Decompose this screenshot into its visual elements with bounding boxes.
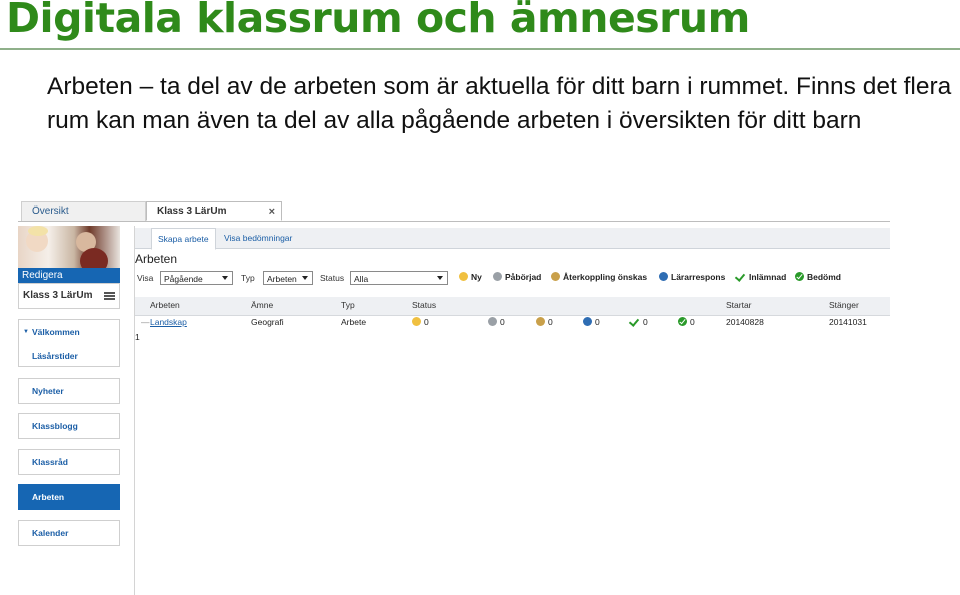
legend-label: Inlämnad xyxy=(749,272,787,282)
legend-item: Påbörjad xyxy=(493,272,541,282)
tab-oversikt[interactable]: Översikt xyxy=(21,201,146,221)
row-collapse-icon[interactable]: — xyxy=(141,317,150,327)
sidebar-item-valkommen[interactable]: Välkommen xyxy=(32,327,80,337)
check-circle-icon xyxy=(678,317,687,326)
in-progress-icon xyxy=(488,317,497,326)
filter-label-typ: Typ xyxy=(241,273,255,283)
filter-label-status: Status xyxy=(320,273,345,283)
typ-select-value: Arbeten xyxy=(267,274,297,284)
close-icon[interactable]: × xyxy=(269,202,275,222)
filter-label-visa: Visa xyxy=(137,273,154,283)
legend-item: Lärarrespons xyxy=(659,272,725,282)
table-row: — Landskap Geografi Arbete 0 0 0 0 0 0 2… xyxy=(135,317,890,331)
type-cell: Arbete xyxy=(341,317,367,327)
tab-bar: Översikt Klass 3 LärUm × xyxy=(18,199,890,222)
star-icon xyxy=(412,317,421,326)
feedback-icon xyxy=(536,317,545,326)
room-selector[interactable]: Klass 3 LärUm xyxy=(18,283,120,309)
status-select[interactable]: Alla xyxy=(350,271,448,285)
in-progress-icon xyxy=(493,272,502,281)
teacher-response-icon xyxy=(659,272,668,281)
tab-skapa-arbete[interactable]: Skapa arbete xyxy=(151,228,216,250)
tab-klass-3-larum[interactable]: Klass 3 LärUm × xyxy=(146,201,282,221)
column-header[interactable]: Startar xyxy=(726,300,752,310)
sidebar-item-klassrad[interactable]: Klassråd xyxy=(18,449,120,475)
count-new: 0 xyxy=(412,317,429,327)
caret-down-icon: ▼ xyxy=(23,329,29,335)
nav-group: ▼ Välkommen Läsårstider xyxy=(18,319,120,367)
tab-label: Översikt xyxy=(32,206,69,217)
legend-label: Ny xyxy=(471,272,482,282)
legend-item: Ny xyxy=(459,272,482,282)
count-feedback: 0 xyxy=(536,317,553,327)
visa-select-value: Pågående xyxy=(164,274,203,284)
count-submitted: 0 xyxy=(630,317,648,327)
child-hair xyxy=(28,226,48,236)
assignment-link[interactable]: Landskap xyxy=(150,317,187,327)
legend-label: Återkoppling önskas xyxy=(563,272,648,282)
count-teacher-response: 0 xyxy=(583,317,600,327)
sub-tab-bar: Skapa arbete Visa bedömningar xyxy=(135,228,890,250)
pagination[interactable]: 1 xyxy=(135,332,140,342)
typ-select[interactable]: Arbeten xyxy=(263,271,313,285)
column-header[interactable]: Arbeten xyxy=(150,300,180,310)
sidebar-item-nyheter[interactable]: Nyheter xyxy=(18,378,120,404)
visa-select[interactable]: Pågående xyxy=(160,271,233,285)
room-photo xyxy=(18,226,120,268)
sidebar-item-lasarstider[interactable]: Läsårstider xyxy=(32,351,78,361)
end-date: 20141031 xyxy=(829,317,867,327)
app-screenshot: Översikt Klass 3 LärUm × Redigera Klass … xyxy=(18,199,890,595)
tab-label: Klass 3 LärUm xyxy=(157,206,227,217)
legend-item: Bedömd xyxy=(795,272,841,282)
title-divider xyxy=(0,48,960,50)
check-icon xyxy=(736,272,746,281)
count-value: 0 xyxy=(424,317,429,327)
column-header[interactable]: Ämne xyxy=(251,300,273,310)
subject-cell: Geografi xyxy=(251,317,284,327)
sidebar-item-kalender[interactable]: Kalender xyxy=(18,520,120,546)
feedback-icon xyxy=(551,272,560,281)
edit-link[interactable]: Redigera xyxy=(18,268,120,283)
legend-label: Lärarrespons xyxy=(671,272,726,282)
count-value: 0 xyxy=(500,317,505,327)
room-name: Klass 3 LärUm xyxy=(23,290,93,301)
start-date: 20140828 xyxy=(726,317,764,327)
teacher-response-icon xyxy=(583,317,592,326)
count-started: 0 xyxy=(488,317,505,327)
check-icon xyxy=(630,317,640,326)
legend-item: Inlämnad xyxy=(736,272,786,282)
table-header: Arbeten Ämne Typ Status Startar Stänger xyxy=(135,297,890,316)
check-circle-icon xyxy=(795,272,804,281)
child-shirt xyxy=(80,248,108,268)
column-header[interactable]: Stänger xyxy=(829,300,859,310)
sidebar-item-arbeten[interactable]: Arbeten xyxy=(18,484,120,510)
legend-item: Återkoppling önskas xyxy=(551,272,647,282)
count-value: 0 xyxy=(643,317,648,327)
column-header[interactable]: Typ xyxy=(341,300,355,310)
sidebar-item-klassblogg[interactable]: Klassblogg xyxy=(18,413,120,439)
slide-title: Digitala klassrum och ämnesrum xyxy=(6,0,750,42)
star-icon xyxy=(459,272,468,281)
count-value: 0 xyxy=(595,317,600,327)
legend-label: Påbörjad xyxy=(505,272,542,282)
count-graded: 0 xyxy=(678,317,695,327)
section-heading: Arbeten xyxy=(135,252,178,266)
status-select-value: Alla xyxy=(354,274,369,284)
hamburger-menu-icon[interactable] xyxy=(104,292,115,300)
legend-label: Bedömd xyxy=(807,272,841,282)
count-value: 0 xyxy=(690,317,695,327)
column-header[interactable]: Status xyxy=(412,300,436,310)
count-value: 0 xyxy=(548,317,553,327)
slide-bullet-text: Arbeten – ta del av de arbeten som är ak… xyxy=(47,73,952,134)
tab-visa-bedomningar[interactable]: Visa bedömningar xyxy=(224,228,292,248)
filter-bar: Visa Pågående Typ Arbeten Status Alla Ny… xyxy=(135,271,890,287)
